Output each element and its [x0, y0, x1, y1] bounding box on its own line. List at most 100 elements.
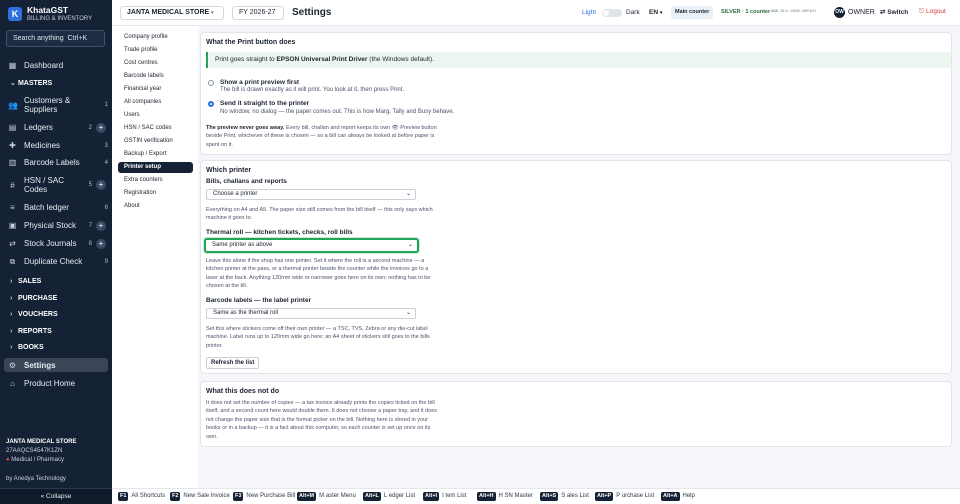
shortcut-purchase-list[interactable]: Alt+P P urchase List	[595, 491, 654, 501]
shortcut-sales-list[interactable]: Alt+S S ales List	[540, 491, 589, 501]
light-label: Light	[582, 9, 597, 16]
sidebar-item-dashboard[interactable]: ▦ Dashboard	[0, 60, 112, 71]
footer-by: by Anedya Technology	[6, 476, 66, 482]
sidebar-item-duplicate-check[interactable]: ⧉ Duplicate Check 9	[0, 256, 112, 267]
shortcut-help[interactable]: Alt+A Help	[661, 491, 695, 501]
section-reports[interactable]: › REPORTS	[10, 328, 52, 335]
settings-nav-printer-setup[interactable]: Printer setup	[118, 162, 193, 173]
settings-nav-users[interactable]: Users	[124, 112, 140, 118]
shortcut-new-sale[interactable]: F2 New Sale Invoice	[170, 491, 230, 501]
sidebar-item-physical-stock[interactable]: ▣ Physical Stock 7 +	[0, 220, 112, 231]
settings-nav-all-companies[interactable]: All companies	[124, 99, 161, 105]
dark-label: Dark	[626, 9, 640, 16]
sidebar-item-product-home[interactable]: ⌂ Product Home	[0, 378, 112, 389]
search-input[interactable]: Search anything Ctrl+K	[6, 30, 105, 47]
plan-code: AND-SLV-2026-AEF917	[771, 10, 817, 14]
shortcut-all[interactable]: F1 All Shortcuts	[118, 491, 165, 501]
book-icon: ▤	[8, 123, 17, 132]
preview-radio[interactable]	[208, 80, 214, 86]
sidebar-item-settings[interactable]: ⚙ Settings	[4, 358, 108, 372]
users-icon: 👥	[8, 100, 18, 110]
gear-icon: ⚙	[8, 360, 17, 370]
section-books[interactable]: › BOOKS	[10, 344, 44, 351]
shortcut-item-list[interactable]: Alt+I I tem List	[423, 491, 466, 501]
settings-nav-barcode-labels[interactable]: Barcode labels	[124, 73, 164, 79]
not-do-text: It does not set the number of copies — a…	[206, 400, 438, 440]
settings-nav-gstin[interactable]: GSTIN verification	[124, 138, 173, 144]
opt-direct-desc: No window, no dialog — the paper comes o…	[220, 109, 455, 115]
settings-nav-trade-profile[interactable]: Trade profile	[124, 47, 157, 53]
default-printer-banner: Print goes straight to EPSON Universal P…	[206, 52, 951, 68]
fy-select[interactable]: FY 2026-27	[232, 6, 284, 20]
print-button-heading: What the Print button does	[206, 39, 296, 46]
thermal-printer-select[interactable]: Same printer as above ⌄	[204, 238, 419, 253]
shortcut-hsn-master[interactable]: Alt+H H SN Master	[477, 491, 533, 501]
settings-nav-financial-year[interactable]: Financial year	[124, 86, 161, 92]
brand-logo-icon: K	[8, 7, 22, 21]
layers-icon: ≡	[10, 203, 15, 212]
plan-badge: SILVER · 1 counter	[721, 9, 771, 15]
theme-toggle[interactable]	[602, 9, 622, 17]
shortcut-new-purchase[interactable]: F3 New Purchase Bill	[233, 491, 295, 501]
chevron-right-icon: ›	[10, 295, 13, 302]
settings-nav-extra-counters[interactable]: Extra counters	[124, 177, 163, 183]
thermal-label: Thermal roll — kitchen tickets, checks, …	[206, 229, 353, 236]
direct-print-radio[interactable]	[208, 101, 214, 107]
chevron-right-icon: ›	[10, 344, 13, 351]
counter-badge[interactable]: Main counter	[671, 6, 714, 19]
section-masters[interactable]: ⌄ MASTERS	[10, 79, 52, 87]
search-label: Search anything	[13, 35, 64, 42]
section-sales[interactable]: › SALES	[10, 278, 41, 285]
settings-nav-cost-centres[interactable]: Cost centres	[124, 60, 158, 66]
switch-icon: ⇄	[880, 9, 886, 16]
avatar[interactable]: OW	[834, 7, 845, 18]
brand: K KhataGST BILLING & INVENTORY	[8, 5, 92, 23]
sidebar-item-customers[interactable]: 👥 Customers & Suppliers 1	[0, 95, 112, 115]
footer-company: JANTA MEDICAL STORE	[6, 439, 77, 445]
sidebar-item-batch-ledger[interactable]: ≡ Batch ledger 6	[0, 202, 112, 213]
page-title: Settings	[292, 7, 332, 18]
sidebar-item-barcode-labels[interactable]: ▥ Barcode Labels 4	[0, 157, 112, 168]
chevron-right-icon: ›	[10, 278, 13, 285]
opt-preview-desc: The bill is drawn exactly as it will pri…	[220, 87, 405, 93]
thermal-help: Leave this alone if the shop has one pri…	[206, 258, 431, 290]
lang-select[interactable]: EN ▾	[649, 9, 662, 16]
sidebar-item-stock-journals[interactable]: ⇄ Stock Journals 8 +	[0, 238, 112, 249]
shortcut-master-menu[interactable]: Alt+M M aster Menu	[297, 491, 356, 501]
add-stock-journal-icon[interactable]: +	[96, 238, 106, 249]
settings-nav-hsn[interactable]: HSN / SAC codes	[124, 125, 172, 131]
box-icon: ▣	[8, 221, 17, 230]
logout-button[interactable]: ⎋ Logout	[919, 8, 946, 16]
add-physical-stock-icon[interactable]: +	[96, 220, 106, 231]
pill-icon: ✚	[9, 141, 16, 150]
chevron-right-icon: ›	[10, 328, 13, 335]
footer-gstin: 27AAQCS4547K1ZN	[6, 448, 63, 454]
barcode-help: Set this where stickers come off their o…	[206, 326, 430, 349]
preview-note: The preview never goes away. Every bill,…	[206, 125, 437, 148]
section-purchase[interactable]: › PURCHASE	[10, 295, 57, 302]
section-vouchers[interactable]: › VOUCHERS	[10, 311, 58, 318]
barcode-printer-select[interactable]: Same as the thermal roll ⌄	[206, 308, 416, 319]
bills-printer-select[interactable]: Choose a printer ⌄	[206, 189, 416, 200]
add-ledger-icon[interactable]: +	[96, 122, 106, 133]
shortcut-ledger-list[interactable]: Alt+L L edger List	[363, 491, 415, 501]
pharmacy-icon: ●	[6, 457, 10, 463]
company-select[interactable]: JANTA MEDICAL STORE ▾	[120, 6, 224, 20]
chevron-down-icon: ⌄	[10, 80, 16, 87]
settings-nav-about[interactable]: About	[124, 203, 140, 209]
add-hsn-icon[interactable]: +	[96, 180, 106, 190]
settings-nav-registration[interactable]: Registration	[124, 190, 156, 196]
home-icon: ⌂	[10, 379, 15, 388]
settings-nav	[112, 26, 198, 478]
refresh-list-button[interactable]: Refresh the list	[206, 357, 260, 369]
chevron-down-icon: ▾	[211, 10, 214, 16]
sidebar-item-hsn[interactable]: # HSN / SAC Codes 5 +	[0, 175, 112, 195]
settings-nav-backup[interactable]: Backup / Export	[124, 151, 166, 157]
opt-direct-title: Send it straight to the printer	[220, 100, 310, 107]
settings-nav-company-profile[interactable]: Company profile	[124, 34, 168, 40]
sidebar-item-ledgers[interactable]: ▤ Ledgers 2 +	[0, 122, 112, 133]
collapse-button[interactable]: « Collapse	[0, 488, 112, 504]
switch-button[interactable]: ⇄ Switch	[880, 8, 908, 16]
sidebar-item-medicines[interactable]: ✚ Medicines 3	[0, 140, 112, 151]
search-shortcut: Ctrl+K	[67, 35, 88, 42]
